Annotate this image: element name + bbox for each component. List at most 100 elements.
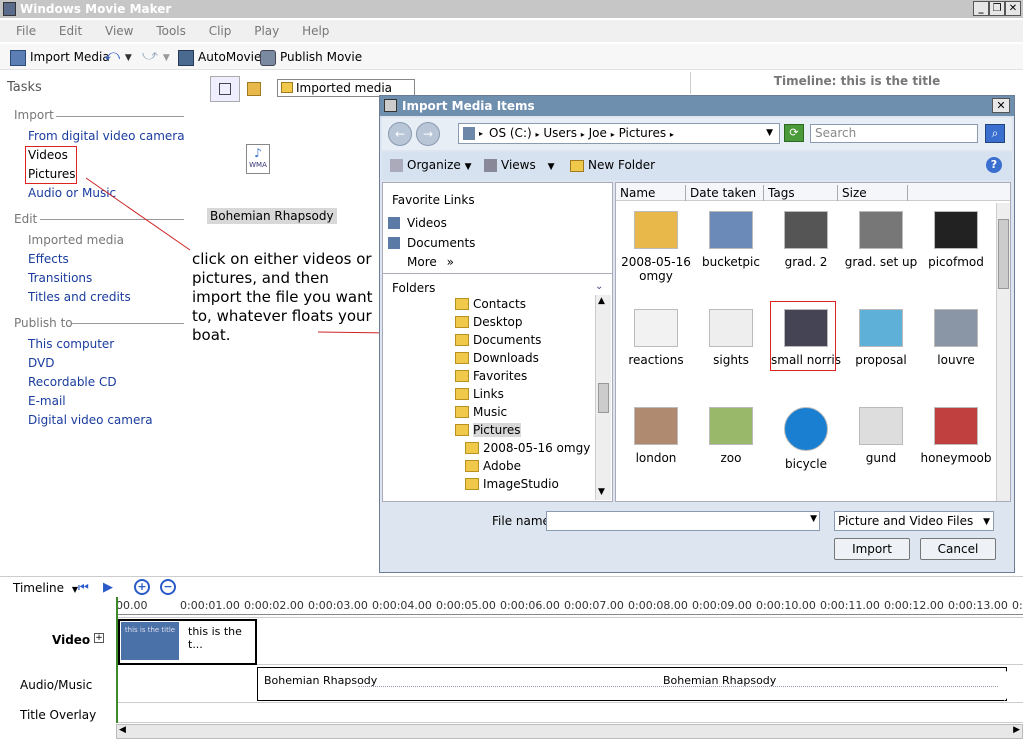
wma-file-icon[interactable]: ♪ WMA	[246, 144, 270, 174]
new-folder-button[interactable]: New Folder	[570, 158, 655, 172]
scroll-left-icon[interactable]: ◀	[119, 725, 126, 735]
zoom-out-icon[interactable]: −	[160, 579, 176, 595]
file-name-dropdown-arrow[interactable]: ▼	[810, 514, 817, 524]
collections-icon[interactable]	[247, 82, 261, 96]
grid-scrollbar[interactable]	[996, 203, 1010, 501]
ruler-tick-label: 0:00:08.00	[628, 599, 688, 612]
file-item[interactable]: grad. 2	[768, 211, 844, 269]
play-icon[interactable]: ▶	[103, 580, 113, 595]
folder-item[interactable]: Documents	[455, 333, 541, 347]
address-bar-row: ← → ▸ OS (C:) ▸ Users ▸ Joe ▸ Pictures ▸…	[382, 118, 1012, 150]
rewind-icon[interactable]: ⏮	[78, 580, 89, 595]
expand-icon[interactable]: +	[94, 633, 104, 643]
import-button[interactable]: Import	[834, 538, 910, 560]
back-button[interactable]: ←	[388, 122, 412, 146]
file-list-pane: Name Date taken Tags Size 2008-05-16 omg…	[615, 182, 1011, 502]
column-name[interactable]: Name	[616, 185, 686, 201]
folders-heading[interactable]: Folders	[392, 281, 435, 295]
grid-scroll-thumb[interactable]	[998, 219, 1009, 289]
file-item[interactable]: picofmod	[918, 211, 994, 269]
file-name-label: File name:	[492, 514, 554, 528]
column-headers: Name Date taken Tags Size	[616, 183, 1010, 201]
column-tags[interactable]: Tags	[764, 185, 838, 201]
folder-scrollbar[interactable]: ▲ ▼	[595, 295, 611, 500]
file-item[interactable]: louvre	[918, 309, 994, 367]
views-icon	[484, 159, 497, 172]
column-size[interactable]: Size	[838, 185, 908, 201]
ruler-tick-label: 0:00:07.00	[564, 599, 624, 612]
scroll-right-icon[interactable]: ▶	[1013, 725, 1020, 735]
file-item[interactable]: grad. set up	[843, 211, 919, 269]
folder-item[interactable]: Adobe	[465, 459, 521, 473]
file-item[interactable]: london	[618, 407, 694, 465]
more-link[interactable]: More »	[407, 255, 454, 269]
file-item[interactable]: 2008-05-16 omgy	[618, 211, 694, 283]
file-item[interactable]: sights	[693, 309, 769, 367]
help-icon[interactable]: ?	[986, 157, 1002, 173]
crumb-users[interactable]: Users	[543, 126, 577, 140]
dialog-close-button[interactable]: ✕	[992, 98, 1010, 113]
file-item[interactable]: proposal	[843, 309, 919, 367]
organize-menu[interactable]: Organize ▼	[390, 158, 472, 172]
navigation-pane: Favorite Links Videos Documents More » F…	[382, 182, 613, 502]
forward-button[interactable]: →	[416, 122, 440, 146]
column-date-taken[interactable]: Date taken	[686, 185, 764, 201]
timeline-scrollbar[interactable]: ◀ ▶	[116, 724, 1023, 739]
timeline-mode-dropdown[interactable]: Timeline ▼	[13, 581, 78, 595]
crumb-os-c[interactable]: OS (C:)	[489, 126, 532, 140]
file-label: bucketpic	[702, 255, 760, 269]
folder-label: Desktop	[473, 315, 523, 329]
folder-item[interactable]: Favorites	[455, 369, 527, 383]
video-clip[interactable]: this is the title this is the t...	[118, 619, 257, 665]
file-thumbnail	[634, 309, 678, 347]
file-type-dropdown-arrow[interactable]: ▼	[983, 513, 990, 531]
folder-icon	[465, 478, 479, 490]
media-item-label[interactable]: Bohemian Rhapsody	[207, 208, 337, 224]
favorite-videos[interactable]: Videos	[388, 216, 447, 230]
address-breadcrumb[interactable]: ▸ OS (C:) ▸ Users ▸ Joe ▸ Pictures ▸ ▼	[458, 123, 780, 144]
crumb-pictures[interactable]: Pictures	[619, 126, 667, 140]
file-label: gund	[865, 451, 897, 465]
file-item[interactable]: zoo	[693, 407, 769, 465]
zoom-in-icon[interactable]: +	[134, 579, 150, 595]
folder-icon	[455, 424, 469, 436]
favorite-documents[interactable]: Documents	[388, 236, 475, 250]
file-item[interactable]: reactions	[618, 309, 694, 367]
file-type-select[interactable]: Picture and Video Files ▼	[834, 511, 994, 531]
tasks-toggle-button[interactable]	[210, 76, 240, 102]
views-menu[interactable]: Views ▼	[484, 158, 554, 172]
audio-clip[interactable]: Bohemian Rhapsody Bohemian Rhapsody	[257, 667, 1007, 701]
cancel-button[interactable]: Cancel	[920, 538, 996, 560]
file-item[interactable]: honeymoob	[918, 407, 994, 465]
search-input[interactable]: Search	[810, 124, 978, 143]
file-item[interactable]: bicycle	[768, 407, 844, 471]
file-item[interactable]: gund	[843, 407, 919, 465]
search-icon[interactable]: ⌕	[985, 124, 1005, 143]
folder-item[interactable]: Pictures	[455, 423, 521, 437]
crumb-joe[interactable]: Joe	[589, 126, 607, 140]
file-item[interactable]: bucketpic	[693, 211, 769, 269]
folder-item[interactable]: ImageStudio	[465, 477, 559, 491]
video-track-label: Video	[52, 633, 91, 647]
collection-pane: Imported media ♪ WMA Bohemian Rhapsody	[205, 72, 415, 572]
folder-item[interactable]: Contacts	[455, 297, 526, 311]
scroll-down-icon[interactable]: ▼	[598, 487, 605, 497]
videos-folder-icon	[388, 217, 400, 229]
folder-item[interactable]: Desktop	[455, 315, 523, 329]
clip-end-arrow	[1004, 669, 1021, 701]
time-ruler[interactable]: 00.00 0:00:01.00 0:00:02.00 0:00:03.00 0:00:…	[116, 597, 1023, 615]
organize-icon	[390, 159, 403, 172]
scroll-up-icon[interactable]: ▲	[598, 296, 605, 306]
address-dropdown-arrow[interactable]: ▼	[766, 124, 773, 143]
refresh-icon[interactable]: ⟳	[784, 124, 804, 142]
folder-item[interactable]: Music	[455, 405, 507, 419]
file-label: louvre	[937, 353, 975, 367]
file-name-input[interactable]: ▼	[546, 511, 820, 531]
folder-item[interactable]: Downloads	[455, 351, 539, 365]
clip-thumbnail: this is the title	[121, 622, 179, 660]
playhead[interactable]	[116, 597, 118, 723]
chevron-down-icon[interactable]: ⌄	[595, 281, 603, 292]
scroll-thumb[interactable]	[598, 383, 609, 413]
folder-item[interactable]: 2008-05-16 omgy	[465, 441, 590, 455]
folder-item[interactable]: Links	[455, 387, 504, 401]
